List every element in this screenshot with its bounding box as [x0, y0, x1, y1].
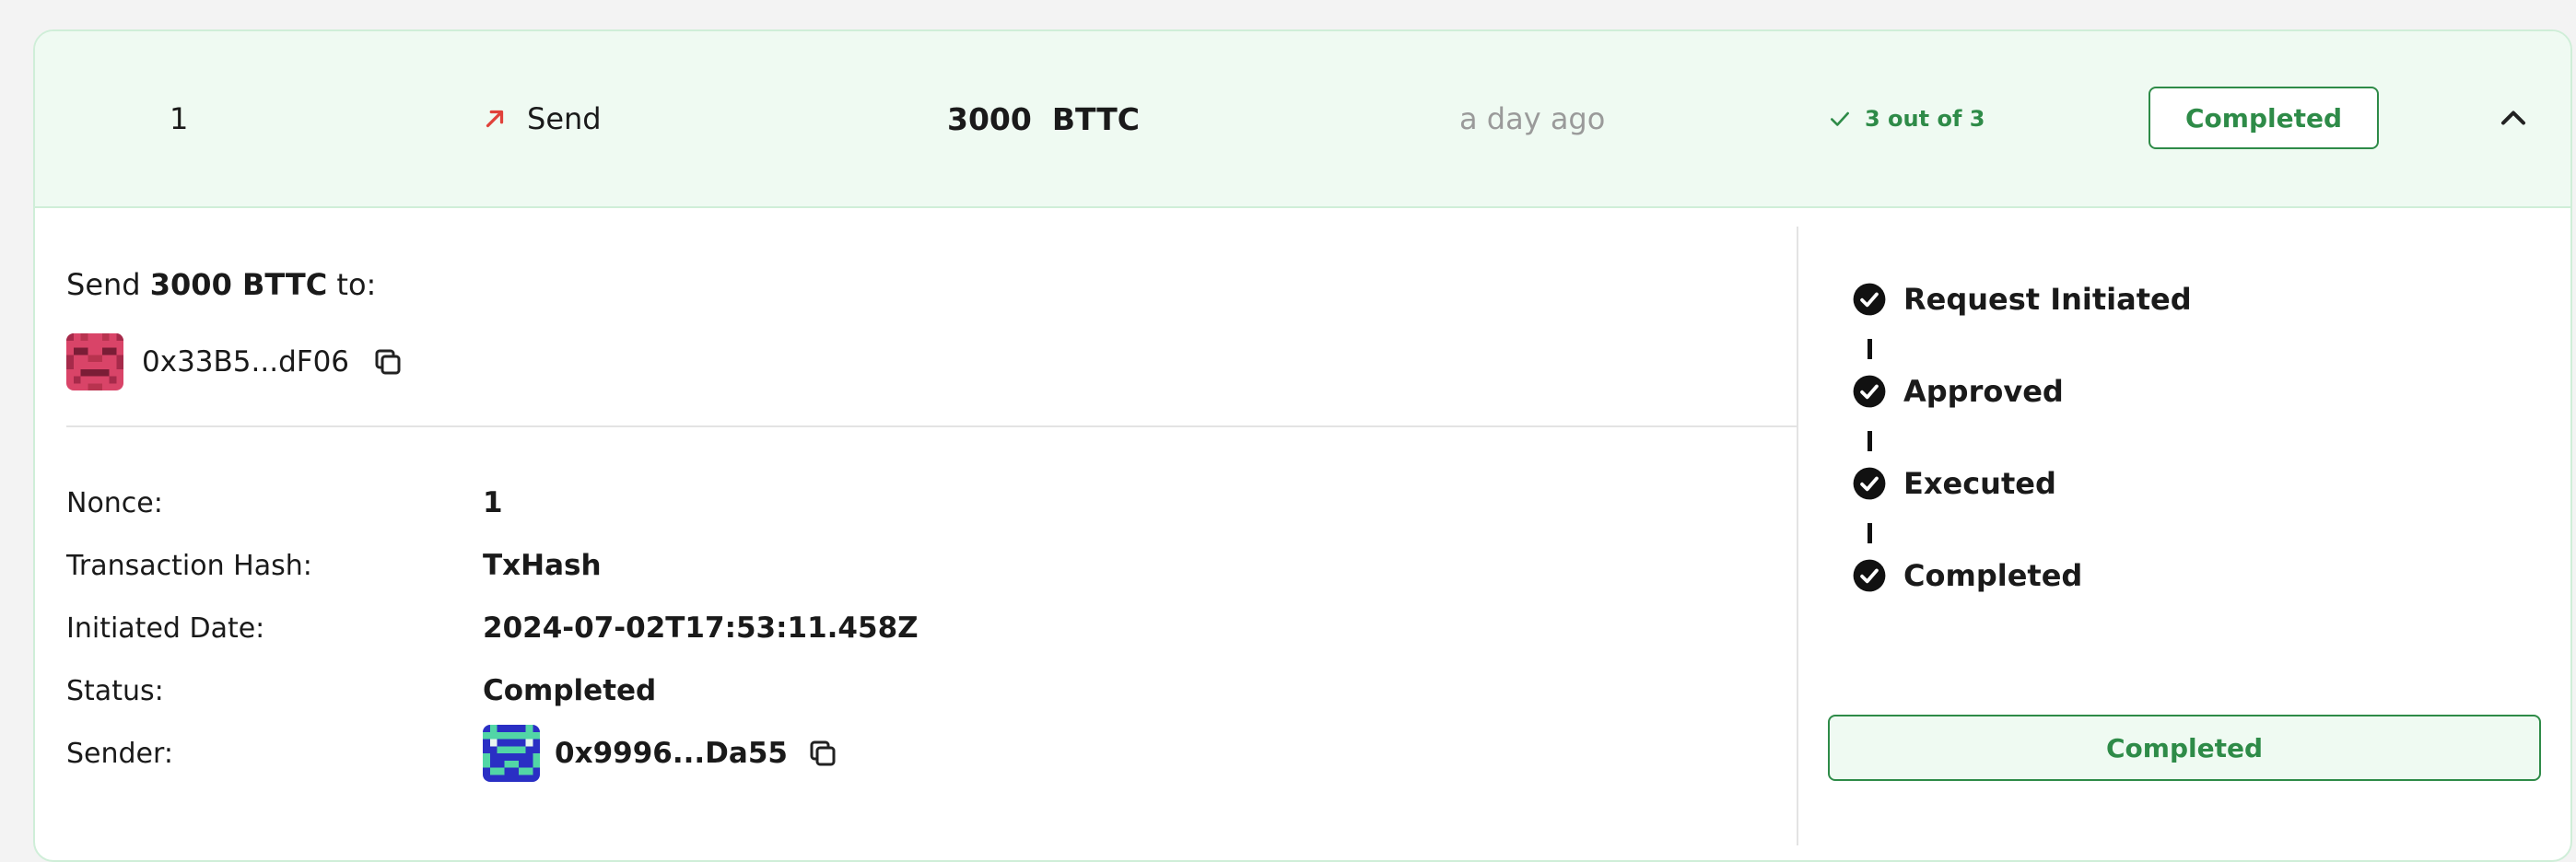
detail-value: Completed: [483, 674, 657, 707]
check-circle-icon: [1853, 283, 1886, 316]
timeline-step-label: Approved: [1903, 374, 2064, 409]
detail-label: Status:: [66, 674, 164, 707]
timeline-step: Approved: [1852, 374, 2064, 409]
check-circle-icon: [1853, 467, 1886, 500]
status-badge: Completed: [2149, 87, 2379, 149]
send-amount: 3000 BTTC: [149, 267, 328, 302]
recipient-address: 0x33B5...dF06: [142, 345, 350, 379]
timeline-connector: [1868, 431, 1872, 451]
send-summary: Send 3000 BTTC to:: [66, 267, 376, 302]
recipient-avatar: [66, 333, 123, 390]
transaction-details: Send 3000 BTTC to: 0x33B5...dF06 Nonce: …: [35, 208, 1798, 853]
transaction-summary-row[interactable]: 1 Send 3000 BTTC a day ago 3 out of 3 Co…: [35, 31, 2570, 208]
copy-icon[interactable]: [371, 345, 404, 379]
timeline-step: Request Initiated: [1852, 282, 2192, 317]
transaction-card: 1 Send 3000 BTTC a day ago 3 out of 3 Co…: [33, 29, 2572, 862]
transaction-time: a day ago: [1459, 101, 1606, 136]
detail-label: Sender:: [66, 737, 173, 770]
detail-value: TxHash: [483, 549, 602, 582]
timeline-step: Completed: [1852, 558, 2082, 593]
timeline-step: Executed: [1852, 466, 2056, 501]
detail-value: 1: [483, 486, 503, 519]
amount-symbol: BTTC: [1051, 100, 1141, 137]
timeline-connector: [1868, 339, 1872, 359]
transaction-amount: 3000 BTTC: [947, 31, 1140, 206]
check-circle-icon: [1853, 375, 1886, 408]
arrow-up-right-icon: [486, 110, 504, 128]
confirmations-text: 3 out of 3: [1865, 106, 1985, 132]
sender-address: 0x9996...Da55: [555, 737, 788, 770]
transaction-index: 1: [170, 101, 189, 136]
send-suffix: to:: [336, 267, 377, 302]
check-icon: [1831, 111, 1849, 126]
timeline-step-label: Completed: [1903, 558, 2083, 593]
details-divider: [66, 425, 1798, 427]
detail-value: 2024-07-02T17:53:11.458Z: [483, 612, 919, 645]
recipient: 0x33B5...dF06: [66, 333, 404, 390]
send-prefix: Send: [66, 267, 141, 302]
detail-label: Nonce:: [66, 486, 163, 519]
sender-avatar: [483, 725, 540, 782]
amount-value: 3000: [947, 100, 1032, 137]
timeline-step-label: Request Initiated: [1903, 282, 2192, 317]
timeline-step-label: Executed: [1903, 466, 2056, 501]
detail-label: Initiated Date:: [66, 612, 265, 645]
check-circle-icon: [1853, 559, 1886, 592]
status-timeline: Request Initiated Approved Executed Comp…: [1798, 208, 2570, 853]
transaction-type-label: Send: [527, 101, 602, 136]
confirmations: 3 out of 3: [1828, 31, 1985, 206]
detail-label: Transaction Hash:: [66, 549, 312, 582]
sender: 0x9996...Da55: [483, 725, 839, 782]
chevron-up-icon[interactable]: [2493, 98, 2534, 138]
transaction-type: Send: [481, 31, 602, 206]
copy-icon[interactable]: [806, 737, 839, 770]
timeline-connector: [1868, 523, 1872, 543]
final-status-badge: Completed: [1828, 715, 2541, 781]
